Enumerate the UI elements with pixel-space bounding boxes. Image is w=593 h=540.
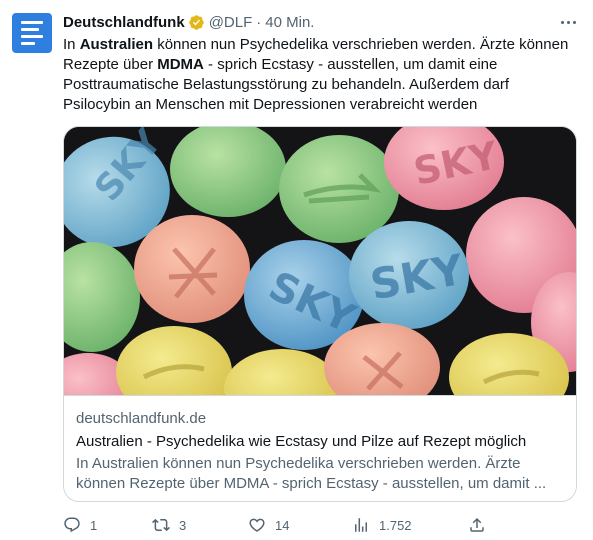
tweet-text-bold: MDMA xyxy=(157,56,204,73)
separator: · xyxy=(256,13,262,31)
share-button[interactable] xyxy=(468,515,486,535)
views-icon xyxy=(355,518,367,532)
more-icon[interactable] xyxy=(556,12,580,32)
reply-icon xyxy=(64,517,80,533)
card-domain: deutschlandfunk.de xyxy=(76,410,207,427)
card-title: Australien - Psychedelika wie Ecstasy un… xyxy=(76,433,527,450)
reply-count: 1 xyxy=(90,517,98,533)
tweet[interactable]: Deutschlandfunk @DLF · 40 Min. In Austra… xyxy=(0,0,593,540)
card-description: In Australien können nun Psychedelika ve… xyxy=(76,455,547,492)
views-button[interactable]: 1.752 xyxy=(352,515,412,535)
verified-badge-icon xyxy=(188,14,204,30)
avatar[interactable] xyxy=(12,13,52,53)
tweet-text-bold: Australien xyxy=(79,36,154,53)
tweet-header: Deutschlandfunk @DLF · 40 Min. xyxy=(63,12,314,32)
card-info: deutschlandfunk.de Australien - Psychede… xyxy=(64,395,576,501)
link-card[interactable]: SKY SKY SKY SKY deutschlandfunk.de Austr… xyxy=(63,126,577,502)
tweet-text: In Australien können nun Psychedelika ve… xyxy=(63,36,569,113)
views-count: 1.752 xyxy=(379,517,412,533)
action-bar: 1 3 14 1.752 xyxy=(63,515,493,535)
timestamp[interactable]: 40 Min. xyxy=(265,14,314,31)
retweet-button[interactable]: 3 xyxy=(152,515,186,535)
author-name[interactable]: Deutschlandfunk xyxy=(63,14,185,31)
retweet-count: 3 xyxy=(179,517,187,533)
like-icon xyxy=(249,518,265,532)
author-handle[interactable]: @DLF xyxy=(209,14,253,31)
like-button[interactable]: 14 xyxy=(248,515,289,535)
share-icon xyxy=(470,517,484,532)
avatar-logo-icon xyxy=(21,21,43,24)
reply-button[interactable]: 1 xyxy=(63,515,97,535)
pills-image: SKY SKY SKY SKY xyxy=(64,127,576,395)
like-count: 14 xyxy=(275,517,290,533)
retweet-icon xyxy=(152,518,170,532)
card-image: SKY SKY SKY SKY xyxy=(64,127,576,395)
